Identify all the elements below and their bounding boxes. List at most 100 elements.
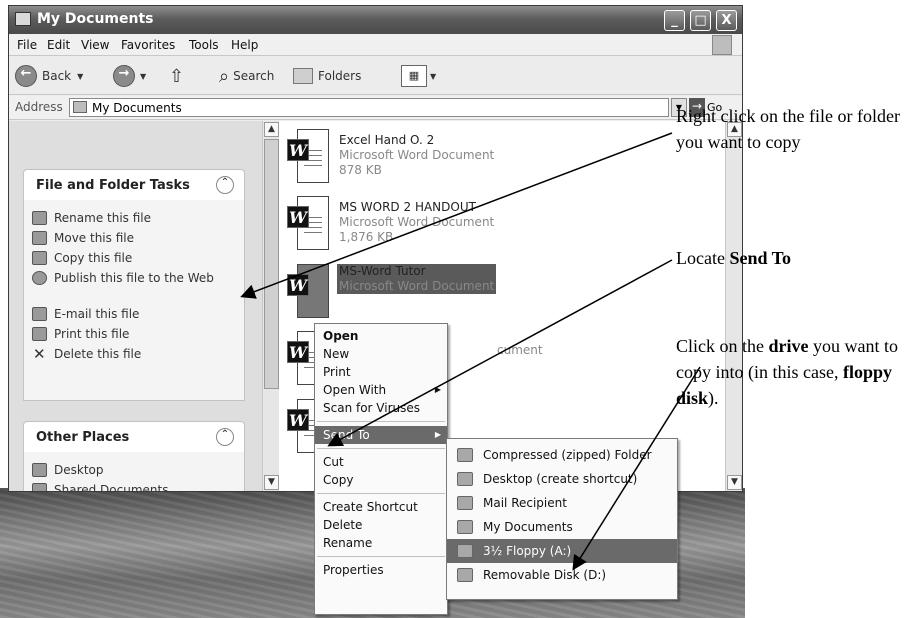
place-desktop[interactable]: Desktop xyxy=(24,462,244,482)
task-rename[interactable]: Rename this file xyxy=(24,210,244,230)
sendto-compressed-folder[interactable]: Compressed (zipped) Folder xyxy=(447,443,677,467)
desktop-shortcut-icon xyxy=(457,472,473,486)
forward-dropdown-icon: ▼ xyxy=(140,71,147,81)
annotation-drive: Click on the drive you want to copy into… xyxy=(676,333,904,411)
address-bar: Address My Documents ▼ → Go xyxy=(9,96,742,120)
forward-button[interactable]: → ▼ xyxy=(113,63,146,89)
file-type: Microsoft Word Document xyxy=(337,279,497,294)
other-places-panel: Other Places ⌃ Desktop Shared Documents xyxy=(23,421,245,491)
toolbar: ← Back ▼ → ▼ ⇧ ⌕ Search Folders ▦ ▼ xyxy=(9,57,742,95)
menu-item-open-with[interactable]: Open With ▶ xyxy=(315,381,447,399)
menu-item-open[interactable]: Open xyxy=(315,327,447,345)
task-pane-scrollbar[interactable]: ▲ ▼ xyxy=(262,121,279,491)
back-arrow-icon: ← xyxy=(15,65,37,87)
back-label: Back xyxy=(42,69,72,83)
up-folder-button[interactable]: ⇧ xyxy=(169,63,184,89)
sendto-mail-recipient[interactable]: Mail Recipient xyxy=(447,491,677,515)
menu-item-label: Open With xyxy=(323,383,387,397)
sendto-desktop[interactable]: Desktop (create shortcut) xyxy=(447,467,677,491)
annotation-send-to: Locate Send To xyxy=(676,245,902,271)
minimize-button[interactable]: _ xyxy=(664,10,685,31)
menu-item-cut[interactable]: Cut xyxy=(315,453,447,471)
menu-item-print[interactable]: Print xyxy=(315,363,447,381)
collapse-chevron-icon[interactable]: ⌃ xyxy=(216,176,234,194)
place-shared-documents[interactable]: Shared Documents xyxy=(24,482,244,491)
file-list-scrollbar[interactable]: ▲ ▼ xyxy=(725,121,742,491)
menu-bar: File Edit View Favorites Tools Help xyxy=(9,34,742,56)
move-icon xyxy=(32,231,47,245)
close-button[interactable]: X xyxy=(716,10,737,31)
menu-item-label: Send To xyxy=(323,428,370,442)
email-icon xyxy=(32,307,47,321)
scroll-down-icon[interactable]: ▼ xyxy=(727,475,742,490)
back-button[interactable]: ← Back ▼ xyxy=(15,63,83,89)
rename-icon xyxy=(32,211,47,225)
mail-icon xyxy=(457,496,473,510)
menu-item-rename[interactable]: Rename xyxy=(315,534,447,552)
menu-item-label: Compressed (zipped) Folder xyxy=(483,448,652,462)
menu-file[interactable]: File xyxy=(17,38,37,52)
send-to-submenu: Compressed (zipped) Folder Desktop (crea… xyxy=(446,438,678,600)
folder-icon xyxy=(15,12,31,26)
menu-separator xyxy=(317,448,445,449)
menu-item-properties[interactable]: Properties xyxy=(315,561,447,579)
folders-button[interactable]: Folders xyxy=(293,63,361,89)
file-item[interactable]: W MS WORD 2 HANDOUT Microsoft Word Docume… xyxy=(287,196,727,256)
menu-edit[interactable]: Edit xyxy=(47,38,70,52)
printer-icon xyxy=(32,327,47,341)
file-item[interactable]: W Excel Hand O. 2 Microsoft Word Document… xyxy=(287,129,727,189)
task-print[interactable]: Print this file xyxy=(24,326,244,346)
file-folder-tasks-panel: File and Folder Tasks ⌃ Rename this file… xyxy=(23,169,245,401)
maximize-button[interactable]: □ xyxy=(690,10,711,31)
file-type: cument xyxy=(497,343,543,357)
views-dropdown-icon: ▼ xyxy=(430,71,437,81)
removable-disk-icon xyxy=(457,568,473,582)
scroll-up-icon[interactable]: ▲ xyxy=(264,122,279,137)
delete-x-icon: ✕ xyxy=(33,345,46,363)
scroll-thumb[interactable] xyxy=(264,139,279,389)
scroll-down-icon[interactable]: ▼ xyxy=(264,475,279,490)
title-bar[interactable]: My Documents _ □ X xyxy=(9,6,742,34)
menu-help[interactable]: Help xyxy=(231,38,258,52)
other-places-header[interactable]: Other Places ⌃ xyxy=(24,422,244,452)
menu-item-label: 3½ Floppy (A:) xyxy=(483,544,572,558)
file-name: MS WORD 2 HANDOUT xyxy=(339,200,476,214)
menu-item-label: Removable Disk (D:) xyxy=(483,568,607,582)
menu-tools[interactable]: Tools xyxy=(189,38,219,52)
annotation-bold: Send To xyxy=(729,248,792,268)
sendto-removable-disk[interactable]: Removable Disk (D:) xyxy=(447,563,677,587)
task-email[interactable]: E-mail this file xyxy=(24,306,244,326)
screenshot-stage: My Documents _ □ X File Edit View Favori… xyxy=(0,0,906,618)
views-button[interactable]: ▦ ▼ xyxy=(401,63,436,89)
sendto-floppy[interactable]: 3½ Floppy (A:) xyxy=(447,539,677,563)
task-move[interactable]: Move this file xyxy=(24,230,244,250)
search-button[interactable]: ⌕ Search xyxy=(219,63,274,89)
annotation-text: Click on the xyxy=(676,336,769,356)
menu-item-send-to[interactable]: Send To ▶ xyxy=(315,426,447,444)
collapse-chevron-icon[interactable]: ⌃ xyxy=(216,428,234,446)
other-places-title: Other Places xyxy=(36,430,130,445)
word-document-icon: W xyxy=(287,129,331,183)
menu-item-copy[interactable]: Copy xyxy=(315,471,447,489)
forward-arrow-icon: → xyxy=(113,65,135,87)
task-publish[interactable]: Publish this file to the Web xyxy=(24,270,244,306)
menu-favorites[interactable]: Favorites xyxy=(121,38,175,52)
menu-item-scan-viruses[interactable]: Scan for Viruses xyxy=(315,399,447,417)
sendto-my-documents[interactable]: My Documents xyxy=(447,515,677,539)
menu-item-create-shortcut[interactable]: Create Shortcut xyxy=(315,498,447,516)
menu-view[interactable]: View xyxy=(81,38,109,52)
task-copy[interactable]: Copy this file xyxy=(24,250,244,270)
my-documents-icon xyxy=(457,520,473,534)
globe-icon xyxy=(32,271,47,285)
address-input[interactable]: My Documents xyxy=(69,98,669,117)
word-document-icon: W xyxy=(287,264,331,318)
address-value: My Documents xyxy=(92,101,182,115)
file-folder-tasks-header[interactable]: File and Folder Tasks ⌃ xyxy=(24,170,244,200)
file-item-selected[interactable]: W MS-Word Tutor Microsoft Word Document xyxy=(287,264,727,324)
menu-item-label: Mail Recipient xyxy=(483,496,567,510)
task-delete[interactable]: ✕ Delete this file xyxy=(24,345,244,366)
menu-item-new[interactable]: New xyxy=(315,345,447,363)
place-label: Desktop xyxy=(54,463,104,477)
back-dropdown-icon: ▼ xyxy=(77,71,84,81)
menu-item-delete[interactable]: Delete xyxy=(315,516,447,534)
